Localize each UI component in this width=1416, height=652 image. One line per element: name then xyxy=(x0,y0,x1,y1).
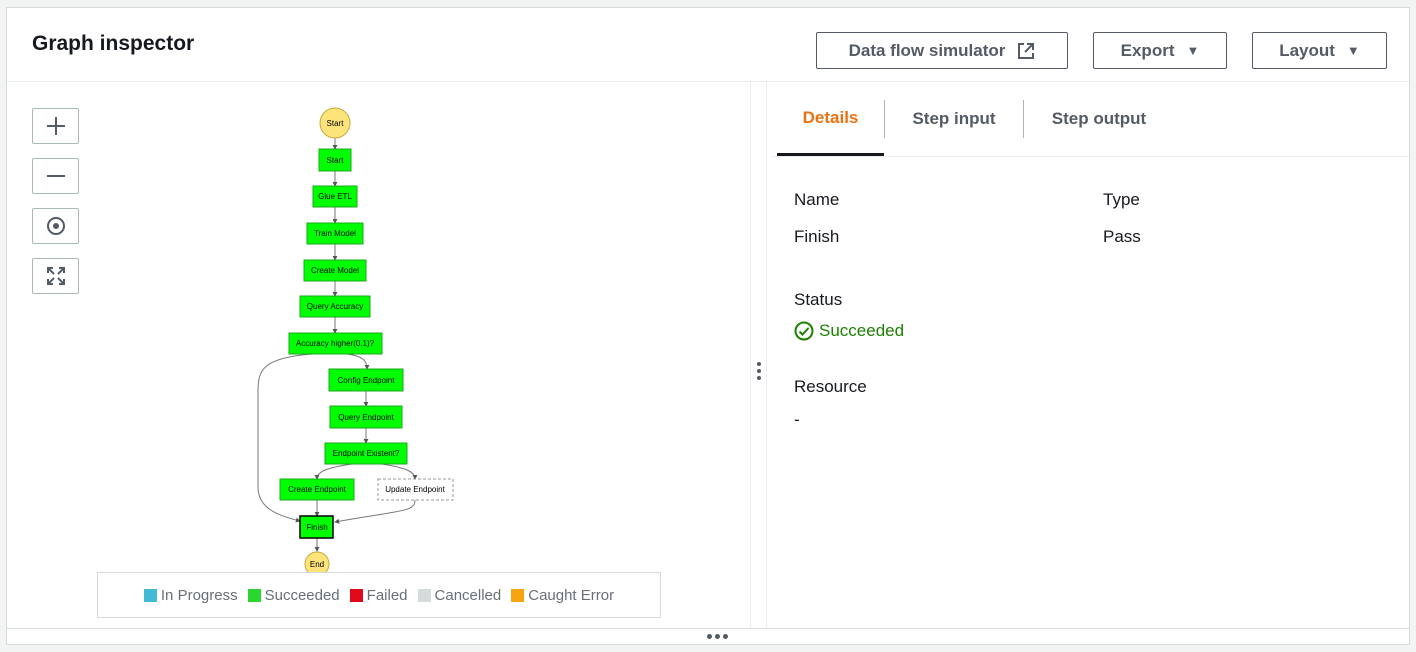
legend-item: Caught Error xyxy=(511,587,614,604)
node-update-endpoint[interactable]: Update Endpoint xyxy=(377,478,454,501)
drag-handle-icon xyxy=(757,362,761,380)
drag-handle-icon xyxy=(707,634,728,639)
node-label: Start xyxy=(327,156,345,165)
node-label: Query Endpoint xyxy=(338,413,394,422)
node-label: End xyxy=(310,560,324,569)
node-finish[interactable]: Finish xyxy=(299,515,334,539)
legend-label: Succeeded xyxy=(264,586,340,604)
node-endpoint-existent[interactable]: Endpoint Existent? xyxy=(324,442,408,465)
legend-item: Failed xyxy=(349,586,408,604)
node-label: Train Model xyxy=(314,229,356,238)
node-create-model[interactable]: Create Model xyxy=(303,259,367,282)
resource-value: - xyxy=(794,410,800,429)
status-legend: In Progress Succeeded Failed Cancelled C… xyxy=(97,572,661,618)
tab-step-input[interactable]: Step input xyxy=(885,82,1023,156)
type-label: Type xyxy=(1103,190,1140,209)
node-accuracy-higher[interactable]: Accuracy higher(0.1)? xyxy=(288,332,383,355)
vertical-splitter[interactable] xyxy=(750,82,767,628)
type-value: Pass xyxy=(1103,227,1141,246)
tab-step-output[interactable]: Step output xyxy=(1024,82,1174,156)
node-label: Start xyxy=(327,119,345,128)
name-label: Name xyxy=(794,190,840,209)
node-start[interactable]: Start xyxy=(318,148,352,172)
legend-item: Succeeded xyxy=(247,586,340,604)
graph-inspector-panel: Graph inspector Data flow simulator Expo… xyxy=(6,7,1410,645)
legend-label: Failed xyxy=(366,586,408,604)
tab-details[interactable]: Details xyxy=(777,82,884,156)
legend-label: Cancelled xyxy=(434,586,502,604)
graph-nodes-layer: Start Start Glue ETL Train Model Create … xyxy=(279,107,454,572)
external-link-icon xyxy=(1018,42,1035,59)
node-query-endpoint[interactable]: Query Endpoint xyxy=(329,405,403,429)
status-value: Succeeded xyxy=(819,321,905,340)
node-config-endpoint[interactable]: Config Endpoint xyxy=(328,368,404,392)
data-flow-simulator-button[interactable]: Data flow simulator xyxy=(816,32,1068,69)
node-create-endpoint[interactable]: Create Endpoint xyxy=(279,478,355,501)
legend-item: In Progress xyxy=(143,586,238,604)
check-circle-icon xyxy=(794,321,814,341)
legend-item: Cancelled xyxy=(417,586,502,604)
node-label: Create Endpoint xyxy=(288,485,347,494)
node-label: Finish xyxy=(306,523,327,532)
caret-down-icon: ▼ xyxy=(1186,43,1200,58)
details-panel: Details Step input Step output Name Fini… xyxy=(767,82,1409,628)
legend-swatch xyxy=(247,588,261,602)
name-value: Finish xyxy=(794,227,840,246)
node-label: Accuracy higher(0.1)? xyxy=(296,339,375,348)
status-badge: Succeeded xyxy=(794,321,904,341)
node-label: Config Endpoint xyxy=(338,376,396,385)
panel-header: Graph inspector Data flow simulator Expo… xyxy=(7,8,1409,82)
graph-canvas[interactable]: Start Start Glue ETL Train Model Create … xyxy=(7,82,750,628)
node-label: Query Accuracy xyxy=(307,302,363,311)
export-label: Export xyxy=(1120,40,1175,60)
layout-label: Layout xyxy=(1279,40,1335,60)
legend-swatch xyxy=(417,588,431,602)
node-start-circle[interactable]: Start xyxy=(319,107,351,139)
details-tabs: Details Step input Step output xyxy=(771,82,1409,157)
legend-swatch xyxy=(511,588,525,602)
legend-swatch xyxy=(349,588,363,602)
legend-swatch xyxy=(143,588,157,602)
node-end-circle[interactable]: End xyxy=(304,551,330,572)
layout-button[interactable]: Layout ▼ xyxy=(1252,32,1387,69)
data-flow-simulator-label: Data flow simulator xyxy=(848,40,1006,60)
node-train-model[interactable]: Train Model xyxy=(306,222,364,245)
bottom-resize-bar[interactable] xyxy=(7,628,1409,644)
node-label: Update Endpoint xyxy=(385,485,445,494)
node-label: Glue ETL xyxy=(318,192,352,201)
export-button[interactable]: Export ▼ xyxy=(1093,32,1227,69)
node-label: Endpoint Existent? xyxy=(333,449,400,458)
legend-label: In Progress xyxy=(160,586,238,604)
caret-down-icon: ▼ xyxy=(1346,43,1360,58)
status-label: Status xyxy=(794,290,843,309)
node-label: Create Model xyxy=(311,266,359,275)
page-title: Graph inspector xyxy=(32,32,195,55)
resource-label: Resource xyxy=(794,377,867,396)
node-query-accuracy[interactable]: Query Accuracy xyxy=(299,295,371,318)
legend-label: Caught Error xyxy=(528,586,615,604)
node-glue-etl[interactable]: Glue ETL xyxy=(312,185,358,208)
